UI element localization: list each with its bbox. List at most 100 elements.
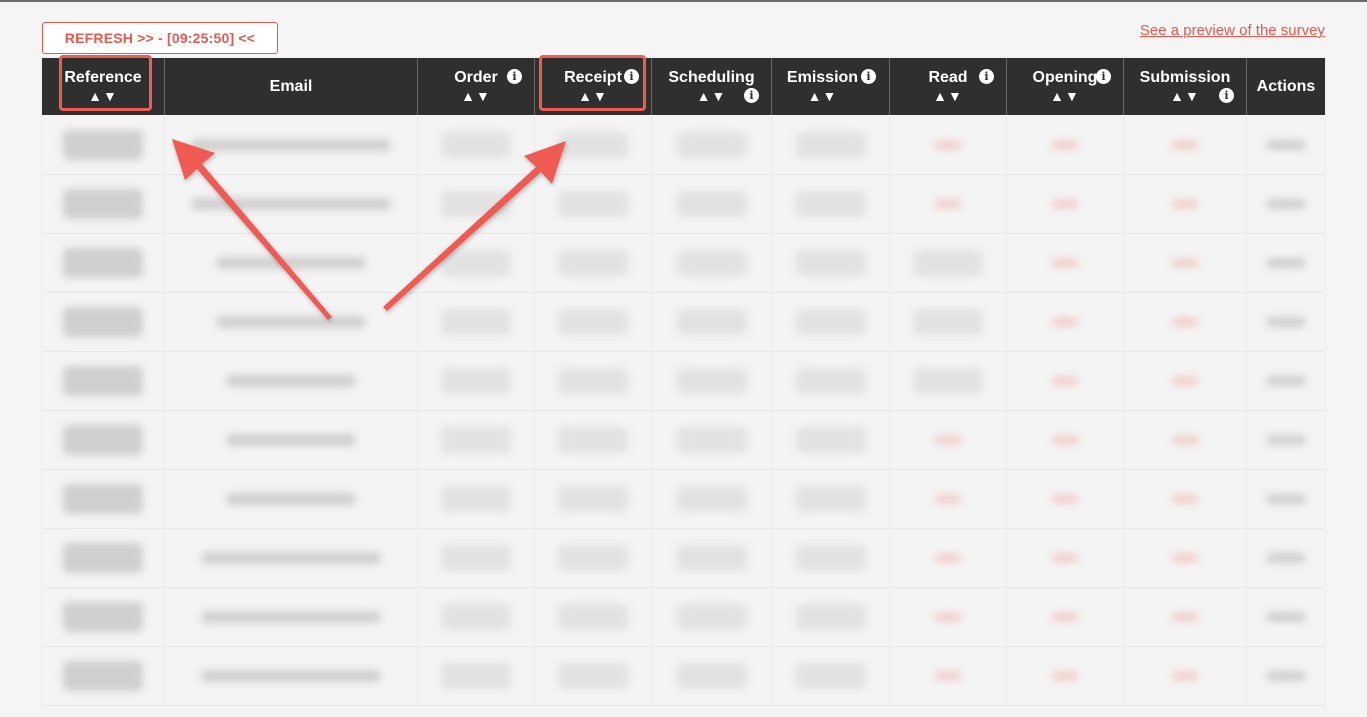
survey-preview-link[interactable]: See a preview of the survey bbox=[1140, 22, 1325, 39]
table-cell bbox=[42, 115, 165, 174]
table-row[interactable] bbox=[42, 292, 1325, 352]
sort-arrows-icon[interactable]: ▲▼ bbox=[808, 87, 838, 106]
redacted-content bbox=[1052, 199, 1078, 208]
table-cell bbox=[890, 528, 1007, 587]
sort-arrows-icon[interactable]: ▲▼ bbox=[933, 87, 963, 106]
sort-arrows-icon[interactable]: ▲▼ bbox=[1170, 87, 1200, 106]
table-cell bbox=[418, 646, 535, 705]
table-cell bbox=[1247, 528, 1325, 587]
info-icon[interactable]: i bbox=[861, 69, 876, 84]
table-cell bbox=[652, 351, 772, 410]
redacted-content bbox=[795, 131, 866, 158]
redacted-content bbox=[913, 308, 983, 335]
redacted-content bbox=[1172, 317, 1198, 326]
table-header: Reference ▲▼ Email Order ▲▼ i Receipt ▲▼… bbox=[42, 58, 1325, 115]
table-cell bbox=[652, 469, 772, 528]
redacted-content bbox=[795, 249, 866, 276]
column-label: Opening bbox=[1032, 68, 1098, 86]
redacted-content bbox=[676, 544, 747, 571]
column-header-opening[interactable]: Opening ▲▼ i bbox=[1007, 58, 1124, 115]
table-row[interactable] bbox=[42, 115, 1325, 175]
redacted-content bbox=[676, 485, 747, 512]
table-cell bbox=[535, 587, 652, 646]
table-cell bbox=[418, 410, 535, 469]
redacted-content bbox=[63, 483, 143, 514]
table-cell bbox=[652, 410, 772, 469]
info-icon[interactable]: i bbox=[744, 88, 759, 103]
table-row[interactable] bbox=[42, 587, 1325, 647]
redacted-content bbox=[913, 367, 983, 394]
redacted-content bbox=[1266, 257, 1306, 268]
table-cell bbox=[652, 587, 772, 646]
redacted-content bbox=[191, 138, 391, 151]
table-cell bbox=[42, 469, 165, 528]
table-cell bbox=[652, 292, 772, 351]
column-header-read[interactable]: Read ▲▼ i bbox=[890, 58, 1007, 115]
table-cell bbox=[1124, 528, 1247, 587]
table-cell bbox=[42, 528, 165, 587]
table-row[interactable] bbox=[42, 410, 1325, 470]
redacted-content bbox=[913, 249, 983, 276]
redacted-content bbox=[63, 601, 143, 632]
table-row[interactable] bbox=[42, 233, 1325, 293]
redacted-content bbox=[226, 433, 356, 446]
info-icon[interactable]: i bbox=[1096, 69, 1111, 84]
table-row[interactable] bbox=[42, 351, 1325, 411]
redacted-content bbox=[63, 542, 143, 573]
table-cell bbox=[418, 528, 535, 587]
sort-arrows-icon[interactable]: ▲▼ bbox=[461, 87, 491, 106]
table-cell bbox=[535, 528, 652, 587]
redacted-content bbox=[1052, 435, 1078, 444]
column-header-submission[interactable]: Submission ▲▼ i bbox=[1124, 58, 1247, 115]
table-row[interactable] bbox=[42, 174, 1325, 234]
column-header-scheduling[interactable]: Scheduling ▲▼ i bbox=[652, 58, 772, 115]
table-body bbox=[42, 115, 1325, 717]
table-row[interactable] bbox=[42, 469, 1325, 529]
table-cell bbox=[165, 351, 418, 410]
table-cell bbox=[890, 646, 1007, 705]
redacted-content bbox=[441, 190, 511, 217]
column-label: Order bbox=[454, 68, 498, 86]
redacted-content bbox=[1266, 611, 1306, 622]
redacted-content bbox=[795, 485, 866, 512]
table-cell bbox=[1247, 469, 1325, 528]
table-cell bbox=[1247, 292, 1325, 351]
redacted-content bbox=[216, 256, 366, 269]
table-cell bbox=[1247, 233, 1325, 292]
table-cell bbox=[418, 292, 535, 351]
table-cell bbox=[1124, 646, 1247, 705]
table-row[interactable] bbox=[42, 528, 1325, 588]
table-cell bbox=[652, 528, 772, 587]
table-cell bbox=[165, 587, 418, 646]
redacted-content bbox=[1172, 671, 1198, 680]
redacted-content bbox=[441, 367, 511, 394]
redacted-content bbox=[201, 551, 381, 564]
table-cell bbox=[772, 410, 890, 469]
redacted-content bbox=[1266, 139, 1306, 150]
redacted-content bbox=[558, 426, 628, 453]
table-cell bbox=[1247, 646, 1325, 705]
table-cell bbox=[1247, 115, 1325, 174]
redacted-content bbox=[1172, 258, 1198, 267]
table-cell bbox=[890, 410, 1007, 469]
column-header-emission[interactable]: Emission ▲▼ i bbox=[772, 58, 890, 115]
info-icon[interactable]: i bbox=[979, 69, 994, 84]
table-row[interactable] bbox=[42, 646, 1325, 706]
redacted-content bbox=[795, 544, 866, 571]
column-label: Emission bbox=[786, 68, 859, 86]
info-icon[interactable]: i bbox=[1219, 88, 1234, 103]
info-icon[interactable]: i bbox=[507, 69, 522, 84]
table-cell bbox=[418, 469, 535, 528]
redacted-content bbox=[201, 669, 381, 682]
redacted-content bbox=[1172, 553, 1198, 562]
table-cell bbox=[165, 292, 418, 351]
sort-arrows-icon[interactable]: ▲▼ bbox=[697, 87, 727, 106]
redacted-content bbox=[795, 662, 866, 689]
redacted-content bbox=[676, 603, 747, 630]
redacted-content bbox=[226, 374, 356, 387]
reference-highlight-box bbox=[59, 55, 152, 111]
sort-arrows-icon[interactable]: ▲▼ bbox=[1050, 87, 1080, 106]
refresh-button[interactable]: REFRESH >> - [09:25:50] << bbox=[42, 22, 278, 54]
column-label: Submission bbox=[1139, 68, 1231, 86]
column-header-order[interactable]: Order ▲▼ i bbox=[418, 58, 535, 115]
